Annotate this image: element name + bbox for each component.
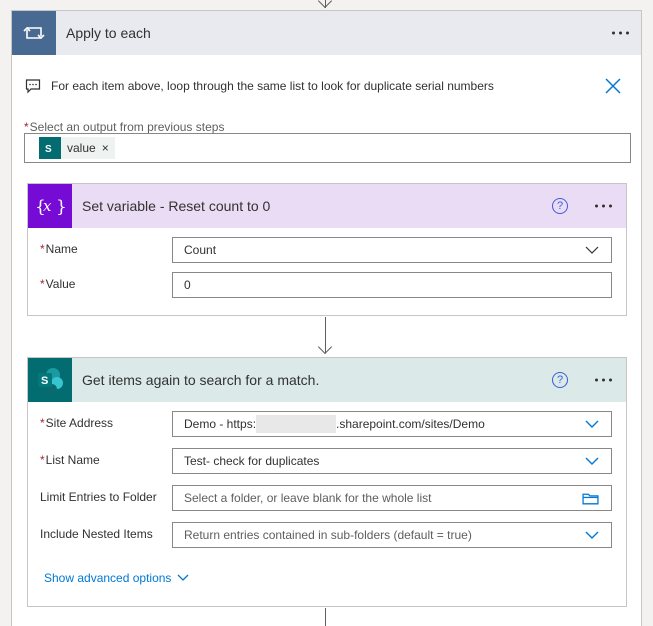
help-icon[interactable]: ? — [552, 372, 568, 388]
svg-text:S: S — [41, 375, 48, 387]
get-items-header[interactable]: S Get items again to search for a match.… — [28, 358, 626, 402]
apply-to-each-header[interactable]: Apply to each — [12, 11, 641, 55]
apply-more-options-button[interactable] — [612, 31, 629, 35]
nested-items-label: Include Nested Items — [40, 527, 153, 541]
name-value: Count — [184, 243, 217, 257]
folder-placeholder: Select a folder, or leave blank for the … — [184, 491, 432, 505]
sharepoint-icon: S — [39, 137, 61, 159]
nested-items-dropdown[interactable]: Return entries contained in sub-folders … — [172, 522, 612, 548]
redacted-region — [256, 415, 337, 433]
select-output-input[interactable]: S value × — [24, 133, 631, 163]
name-field-row: *Name Count — [40, 237, 614, 263]
name-dropdown[interactable]: Count — [172, 237, 612, 263]
site-address-label: *Site Address — [40, 416, 114, 430]
list-name-value: Test- check for duplicates — [184, 454, 320, 468]
list-name-label: *List Name — [40, 453, 100, 467]
site-address-dropdown[interactable]: Demo - https: .sharepoint.com/sites/Demo — [172, 411, 612, 437]
chevron-down-icon — [585, 420, 599, 428]
value-field-row: *Value 0 — [40, 272, 614, 298]
svg-text:}: } — [56, 197, 66, 217]
help-icon[interactable]: ? — [552, 198, 568, 214]
set-variable-title: Set variable - Reset count to 0 — [82, 198, 271, 214]
set-variable-more-options-button[interactable] — [595, 204, 612, 208]
folder-icon[interactable] — [582, 492, 599, 505]
nested-items-value: Return entries contained in sub-folders … — [184, 528, 472, 542]
chevron-down-icon — [585, 531, 599, 539]
comment-icon — [25, 79, 41, 94]
remove-token-button[interactable]: × — [102, 141, 115, 155]
chevron-down-icon — [585, 246, 599, 254]
get-items-card: S Get items again to search for a match.… — [27, 357, 627, 607]
get-items-title: Get items again to search for a match. — [82, 372, 320, 388]
token-label: value — [67, 141, 96, 155]
value-value: 0 — [184, 278, 191, 292]
variable-icon: { x } — [28, 184, 72, 228]
advanced-label: Show advanced options — [44, 571, 172, 585]
close-comment-icon[interactable] — [603, 76, 623, 96]
name-label: *Name — [40, 242, 78, 256]
value-token[interactable]: S value × — [39, 137, 115, 159]
svg-text:x: x — [43, 197, 52, 215]
folder-label: Limit Entries to Folder — [40, 490, 157, 504]
site-suffix: .sharepoint.com/sites/Demo — [336, 417, 485, 431]
comment-text[interactable]: For each item above, loop through the sa… — [51, 79, 494, 93]
folder-input[interactable]: Select a folder, or leave blank for the … — [172, 485, 612, 511]
value-label: *Value — [40, 277, 76, 291]
list-name-dropdown[interactable]: Test- check for duplicates — [172, 448, 612, 474]
chevron-down-icon — [585, 457, 599, 465]
set-variable-header[interactable]: { x } Set variable - Reset count to 0 ? — [28, 184, 626, 228]
loop-icon — [12, 11, 56, 55]
folder-row: Limit Entries to Folder Select a folder,… — [40, 485, 614, 511]
site-prefix: Demo - https: — [184, 417, 257, 431]
get-items-more-options-button[interactable] — [595, 378, 612, 382]
nested-items-row: Include Nested Items Return entries cont… — [40, 522, 614, 548]
top-arrowhead — [317, 0, 333, 9]
chevron-down-icon — [177, 574, 189, 581]
sharepoint-icon: S — [28, 358, 72, 402]
set-variable-card: { x } Set variable - Reset count to 0 ? … — [27, 183, 627, 316]
list-name-row: *List Name Test- check for duplicates — [40, 448, 614, 474]
apply-to-each-title: Apply to each — [66, 25, 151, 41]
comment-row: For each item above, loop through the sa… — [12, 69, 641, 103]
value-input[interactable]: 0 — [172, 272, 612, 298]
svg-text:S: S — [45, 144, 52, 155]
show-advanced-options-link[interactable]: Show advanced options — [44, 571, 189, 585]
bottom-connector — [325, 608, 326, 626]
select-output-label: *Select an output from previous steps — [24, 120, 225, 134]
site-address-row: *Site Address Demo - https: .sharepoint.c… — [40, 411, 614, 437]
